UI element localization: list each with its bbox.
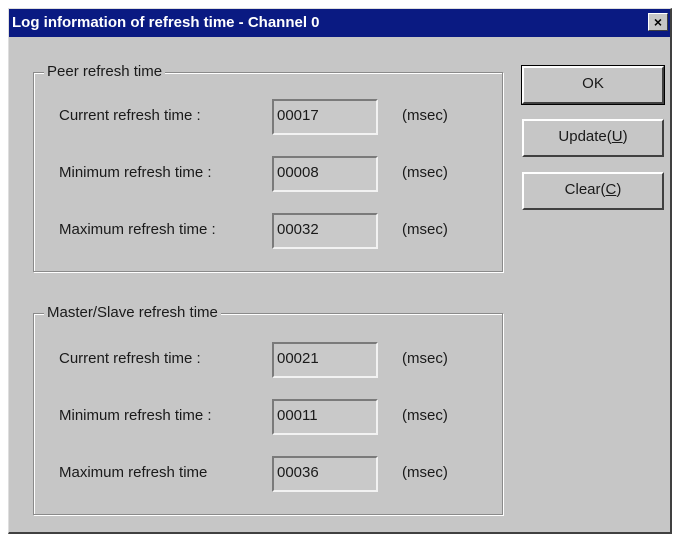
ok-button[interactable]: OK	[521, 65, 665, 105]
peer-minimum-unit: (msec)	[402, 164, 448, 181]
ms-current-row: Current refresh time : 00021 (msec)	[34, 342, 502, 378]
ms-minimum-row: Minimum refresh time : 00011 (msec)	[34, 399, 502, 435]
ms-maximum-row: Maximum refresh time 00036 (msec)	[34, 456, 502, 492]
ms-maximum-label: Maximum refresh time	[59, 464, 208, 481]
peer-minimum-label: Minimum refresh time :	[59, 164, 212, 181]
clear-button[interactable]: Clear(C)	[522, 172, 664, 210]
peer-maximum-unit: (msec)	[402, 221, 448, 238]
title-bar[interactable]: Log information of refresh time - Channe…	[9, 9, 670, 37]
master-slave-group-title: Master/Slave refresh time	[44, 304, 221, 322]
peer-refresh-group: Peer refresh time Current refresh time :…	[33, 63, 503, 272]
window-title: Log information of refresh time - Channe…	[12, 14, 320, 31]
peer-minimum-row: Minimum refresh time : 00008 (msec)	[34, 156, 502, 192]
peer-maximum-label: Maximum refresh time :	[59, 221, 216, 238]
clear-accelerator: C	[605, 181, 617, 198]
update-label: Update(	[558, 128, 612, 145]
update-label-end: )	[622, 128, 628, 145]
ms-current-field[interactable]: 00021	[272, 342, 378, 378]
ms-maximum-unit: (msec)	[402, 464, 448, 481]
peer-minimum-field[interactable]: 00008	[272, 156, 378, 192]
update-accelerator: U	[611, 128, 623, 145]
ms-minimum-label: Minimum refresh time :	[59, 407, 212, 424]
peer-maximum-row: Maximum refresh time : 00032 (msec)	[34, 213, 502, 249]
ms-minimum-field[interactable]: 00011	[272, 399, 378, 435]
clear-label: Clear(	[564, 181, 606, 198]
ms-maximum-field[interactable]: 00036	[272, 456, 378, 492]
update-button[interactable]: Update(U)	[522, 119, 664, 157]
clear-label-end: )	[616, 181, 622, 198]
ms-minimum-unit: (msec)	[402, 407, 448, 424]
peer-current-label: Current refresh time :	[59, 107, 201, 124]
dialog-window: Log information of refresh time - Channe…	[8, 8, 672, 534]
ms-current-unit: (msec)	[402, 350, 448, 367]
close-icon[interactable]: ×	[648, 13, 668, 31]
peer-maximum-field[interactable]: 00032	[272, 213, 378, 249]
master-slave-refresh-group: Master/Slave refresh time Current refres…	[33, 304, 503, 515]
peer-refresh-group-title: Peer refresh time	[44, 63, 166, 81]
peer-current-unit: (msec)	[402, 107, 448, 124]
peer-current-field[interactable]: 00017	[272, 99, 378, 135]
ms-current-label: Current refresh time :	[59, 350, 201, 367]
peer-current-row: Current refresh time : 00017 (msec)	[34, 99, 502, 135]
